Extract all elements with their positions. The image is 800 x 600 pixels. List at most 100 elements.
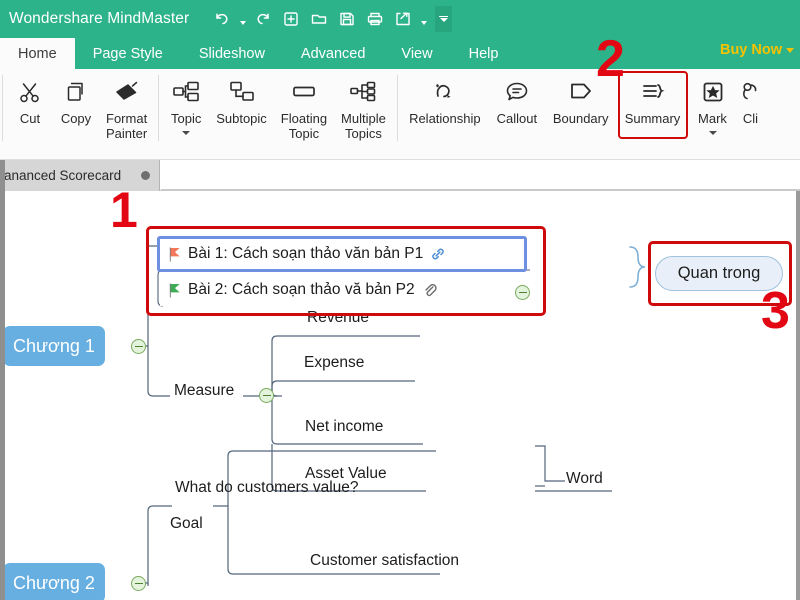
topic-net-income[interactable]: Net income <box>303 418 385 436</box>
topic-customer-value-question[interactable]: What do customers value? <box>173 479 361 497</box>
topic-revenue[interactable]: Revenue <box>305 309 371 327</box>
callout-button[interactable]: Callout <box>488 69 546 155</box>
topic-measure[interactable]: Measure <box>172 382 236 400</box>
copy-icon <box>63 75 89 109</box>
ribbon-separator <box>2 75 3 141</box>
title-bar: Wondershare MindMaster <box>0 0 800 38</box>
topic-word[interactable]: Word <box>564 470 605 488</box>
mark-label: Mark <box>698 111 727 126</box>
topic-dropdown-caret-icon[interactable] <box>182 131 191 135</box>
format-painter-label: Format Painter <box>106 111 148 141</box>
copy-button[interactable]: Copy <box>53 69 99 155</box>
floating-topic-label: Floating Topic <box>280 111 328 141</box>
callout-label: Callout <box>496 111 538 126</box>
mark-dropdown-caret-icon[interactable] <box>708 131 717 135</box>
new-icon[interactable] <box>278 6 304 32</box>
topic-goal[interactable]: Goal <box>168 515 205 533</box>
mark-star-icon <box>700 75 726 109</box>
topic-bai-1[interactable]: Bài 1: Cách soạn thảo văn bản P1 <box>168 242 446 266</box>
tab-home[interactable]: Home <box>0 38 75 69</box>
customize-toolbar-icon[interactable] <box>435 6 453 32</box>
summary-topic-label: Quan trong <box>677 264 761 282</box>
boundary-icon <box>567 75 595 109</box>
tab-advanced[interactable]: Advanced <box>283 38 384 69</box>
print-icon[interactable] <box>362 6 388 32</box>
relationship-button[interactable]: Relationship <box>402 69 488 155</box>
relationship-label: Relationship <box>409 111 481 126</box>
undo-dropdown-caret[interactable] <box>237 6 248 32</box>
clipart-button[interactable]: Cli <box>736 69 762 155</box>
mindmaster-window: Wondershare MindMaster Home Page Style S… <box>0 0 800 600</box>
subtopic-icon <box>227 75 257 109</box>
ribbon-home: Cut Copy Format Painter Topic Subtopic F… <box>0 69 800 160</box>
tab-page-style[interactable]: Page Style <box>75 38 181 69</box>
topic-net-income-label: Net income <box>305 418 384 435</box>
floating-topic-button[interactable]: Floating Topic <box>274 69 334 155</box>
quick-access-toolbar <box>209 6 453 32</box>
floating-topic-icon <box>289 75 319 109</box>
topic-customer-value-question-label: What do customers value? <box>175 479 359 496</box>
copy-label: Copy <box>60 111 92 126</box>
chapter-1-label: Chương 1 <box>13 335 95 356</box>
format-painter-icon <box>113 75 141 109</box>
green-flag-icon <box>169 282 180 298</box>
undo-icon[interactable] <box>209 6 235 32</box>
app-title: Wondershare MindMaster <box>9 10 190 27</box>
tab-slideshow[interactable]: Slideshow <box>181 38 283 69</box>
cut-button[interactable]: Cut <box>7 69 53 155</box>
topic-bai-1-label: Bài 1: Cách soạn thảo văn bản P1 <box>188 245 424 262</box>
redo-icon[interactable] <box>250 6 276 32</box>
ribbon-group-annotate: Relationship Callout Boundary Summary Ma… <box>402 69 762 158</box>
subtopic-button[interactable]: Subtopic <box>209 69 274 155</box>
subtopic-label: Subtopic <box>216 111 267 126</box>
buy-now-label: Buy Now <box>719 42 782 58</box>
boundary-label: Boundary <box>552 111 609 126</box>
red-flag-icon <box>169 246 180 262</box>
ribbon-tab-strip: Home Page Style Slideshow Advanced View … <box>0 38 800 69</box>
summary-button[interactable]: Summary <box>616 69 690 155</box>
topic-customer-satisfaction[interactable]: Customer satisfaction <box>308 552 461 570</box>
export-dropdown-caret[interactable] <box>418 6 429 32</box>
save-icon[interactable] <box>334 6 360 32</box>
canvas-left-edge <box>0 191 5 600</box>
canvas-right-edge-scrollbar[interactable] <box>796 191 800 600</box>
buy-now-button[interactable]: Buy Now <box>720 42 794 58</box>
cut-label: Cut <box>19 111 41 126</box>
topic-bai-2-label: Bài 2: Cách soạn thảo vă bản P2 <box>188 281 415 298</box>
chapter-1-node[interactable]: Chương 1 <box>3 326 105 366</box>
export-share-icon[interactable] <box>390 6 416 32</box>
left-panel-edge <box>0 160 5 191</box>
clipart-icon <box>740 75 762 109</box>
topic-expense[interactable]: Expense <box>302 354 366 372</box>
buy-now-caret-icon <box>786 47 794 53</box>
multiple-topics-button[interactable]: Multiple Topics <box>334 69 393 155</box>
paperclip-icon[interactable] <box>422 282 438 298</box>
chapter-2-node[interactable]: Chương 2 <box>3 563 105 600</box>
annotation-number-1: 1 <box>110 182 138 238</box>
topic-bai-2-collapse-toggle[interactable] <box>515 285 530 300</box>
topic-customer-satisfaction-label: Customer satisfaction <box>310 552 460 569</box>
multiple-topics-label: Multiple Topics <box>341 111 386 141</box>
topic-button[interactable]: Topic <box>163 69 209 155</box>
relationship-icon <box>431 75 459 109</box>
chapter-1-collapse-toggle[interactable] <box>131 339 146 354</box>
summary-label: Summary <box>624 111 681 126</box>
ribbon-separator <box>158 75 160 141</box>
annotation-number-2: 2 <box>596 30 625 88</box>
chapter-2-collapse-toggle[interactable] <box>131 576 146 591</box>
tab-help[interactable]: Help <box>451 38 517 69</box>
format-painter-button[interactable]: Format Painter <box>99 69 154 155</box>
mark-button[interactable]: Mark <box>690 69 736 155</box>
topic-word-label: Word <box>566 470 603 487</box>
annotation-number-3: 3 <box>761 282 790 340</box>
unsaved-changes-dot-icon <box>141 171 150 180</box>
hyperlink-icon[interactable] <box>430 246 446 262</box>
document-tab-label: ananced Scorecard <box>4 168 122 183</box>
topic-goal-label: Goal <box>170 515 203 532</box>
topic-bai-2[interactable]: Bài 2: Cách soạn thảo vă bản P2 <box>168 278 438 302</box>
measure-collapse-toggle[interactable] <box>259 388 274 403</box>
chapter-2-label: Chương 2 <box>13 572 95 593</box>
tab-view[interactable]: View <box>383 38 450 69</box>
ribbon-group-insert-topic: Topic Subtopic Floating Topic Multiple T… <box>163 69 393 158</box>
open-folder-icon[interactable] <box>306 6 332 32</box>
